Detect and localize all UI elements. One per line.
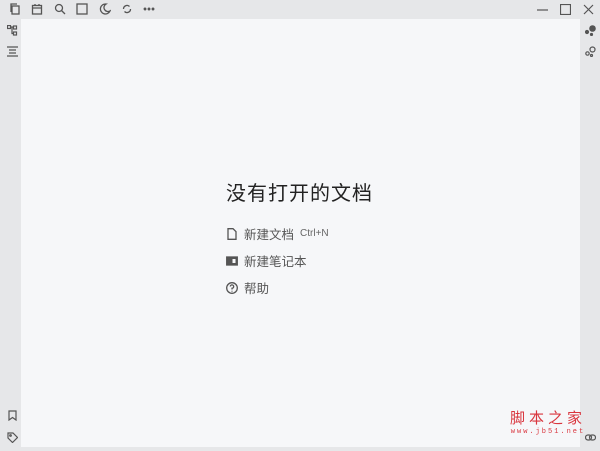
help-label: 帮助 — [244, 282, 270, 296]
empty-state: 没有打开的文档 新建文档 Ctrl+N 新建笔记本 帮助 — [226, 177, 373, 301]
left-dock — [0, 19, 21, 447]
new-doc-label: 新建文档 — [244, 228, 295, 242]
maximize-button[interactable] — [555, 1, 575, 17]
bookmark-icon[interactable] — [5, 408, 19, 422]
empty-title: 没有打开的文档 — [226, 183, 373, 205]
new-doc-button[interactable]: 新建文档 Ctrl+N — [226, 220, 373, 247]
outline-icon[interactable] — [5, 44, 19, 58]
help-button[interactable]: 帮助 — [226, 274, 373, 301]
watermark: 脚本之家 www.jb51.net — [510, 407, 586, 436]
new-notebook-button[interactable]: 新建笔记本 — [226, 247, 373, 274]
new-notebook-label: 新建笔记本 — [244, 255, 307, 269]
watermark-line2: www.jb51.net — [510, 428, 586, 436]
graph-icon[interactable] — [583, 23, 597, 37]
title-bar — [0, 0, 600, 19]
file-icon — [227, 227, 237, 240]
sync-icon[interactable] — [120, 2, 134, 16]
more-icon[interactable] — [142, 2, 156, 16]
tag-icon[interactable] — [5, 430, 19, 444]
readonly-icon[interactable] — [75, 2, 89, 16]
editor-area: 没有打开的文档 新建文档 Ctrl+N 新建笔记本 帮助 — [21, 19, 580, 447]
watermark-line1: 脚本之家 — [510, 409, 587, 427]
files-icon[interactable] — [8, 2, 22, 16]
close-button[interactable] — [578, 1, 598, 17]
new-doc-shortcut: Ctrl+N — [300, 228, 329, 239]
outline-tree-icon[interactable] — [5, 23, 19, 37]
notebook-icon — [226, 255, 238, 266]
minimize-button[interactable] — [532, 1, 552, 17]
calendar-icon[interactable] — [30, 2, 44, 16]
help-icon — [226, 281, 238, 294]
right-dock — [580, 19, 600, 447]
search-icon[interactable] — [53, 2, 67, 16]
moon-icon[interactable] — [98, 2, 112, 16]
global-graph-icon[interactable] — [583, 44, 597, 58]
